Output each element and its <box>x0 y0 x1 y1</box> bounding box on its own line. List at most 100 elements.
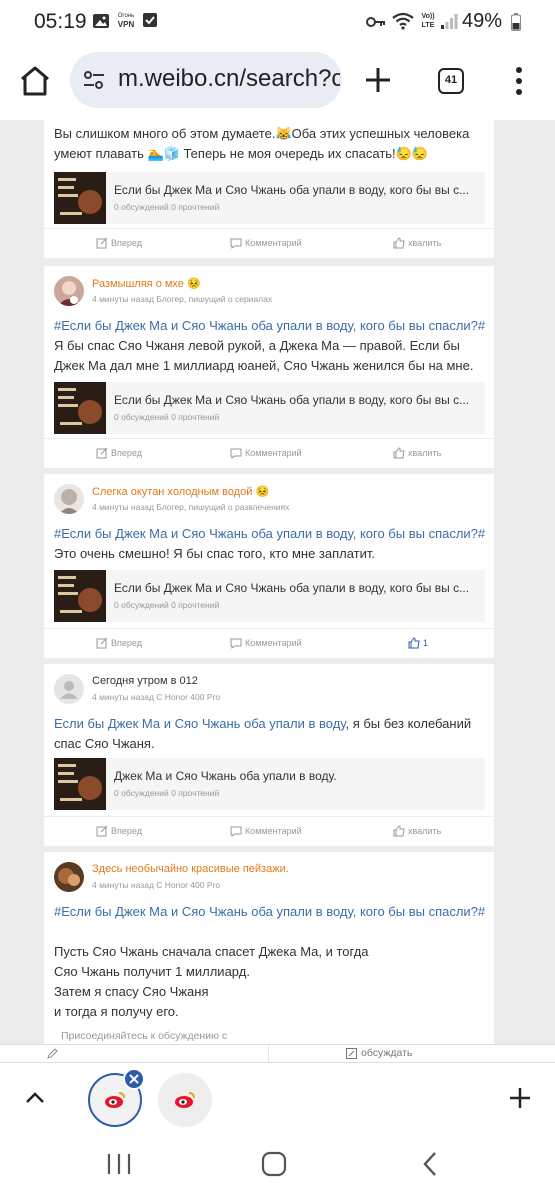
like-icon <box>408 637 420 649</box>
discuss-button[interactable]: обсуждать <box>346 1047 412 1059</box>
link-card[interactable]: Джек Ма и Сяо Чжань оба упали в воду. 0 … <box>54 758 485 810</box>
checkbox-icon <box>143 13 157 27</box>
link-meta: 0 обсуждений 0 прочтений <box>114 412 220 422</box>
close-tab-button[interactable] <box>123 1068 145 1090</box>
edit-icon[interactable] <box>46 1048 58 1060</box>
nav-home-icon[interactable] <box>261 1151 287 1177</box>
topic-link[interactable]: #Если бы Джек Ма и Сяо Чжань оба упали в… <box>54 904 485 919</box>
menu-icon[interactable] <box>514 66 524 96</box>
avatar[interactable] <box>54 276 84 306</box>
close-icon <box>129 1074 139 1084</box>
like-icon <box>393 237 405 249</box>
link-card[interactable]: Если бы Джек Ма и Сяо Чжань оба упали в … <box>54 570 485 622</box>
post-text: #Если бы Джек Ма и Сяо Чжань оба упали в… <box>54 318 486 373</box>
avatar[interactable] <box>54 484 84 514</box>
avatar[interactable] <box>54 674 84 704</box>
post-header: Сегодня утром в 012 4 минуты назад С Hon… <box>54 674 484 706</box>
wifi-icon <box>392 12 414 30</box>
repost-button[interactable]: Вперед <box>96 237 142 249</box>
topic-link[interactable]: Если бы Джек Ма и Сяо Чжань оба упали в … <box>54 716 345 731</box>
link-title: Джек Ма и Сяо Чжань оба упали в воду. <box>114 769 337 783</box>
post-card: Вы слишком много об этом думаете.😹Оба эт… <box>44 120 494 258</box>
gallery-icon <box>93 14 109 28</box>
post-actions: Вперед Комментарий 1 <box>44 628 494 658</box>
avatar[interactable] <box>54 862 84 892</box>
comment-button[interactable]: Комментарий <box>230 237 302 249</box>
post-meta: 4 минуты назад С Honor 400 Pro <box>92 692 221 702</box>
reply-bar: обсуждать <box>0 1044 555 1063</box>
repost-icon <box>96 237 108 249</box>
like-icon <box>393 825 405 837</box>
repost-icon <box>96 447 108 459</box>
post-card: Сегодня утром в 012 4 минуты назад С Hon… <box>44 664 494 846</box>
address-bar[interactable]: m.weibo.cn/search?c <box>70 52 342 108</box>
repost-button[interactable]: Вперед <box>96 825 142 837</box>
url-text: m.weibo.cn/search?c <box>118 65 340 92</box>
weibo-feed: Вы слишком много об этом думаете.😹Оба эт… <box>0 120 555 1062</box>
vpn-icon: Огонь VPN <box>117 13 135 29</box>
weibo-icon <box>175 1092 195 1108</box>
link-title: Если бы Джек Ма и Сяо Чжань оба упали в … <box>114 183 470 197</box>
post-text: #Если бы Джек Ма и Сяо Чжань оба упали в… <box>54 526 486 561</box>
browser-toolbar: m.weibo.cn/search?c 41 <box>0 44 555 120</box>
tune-icon[interactable] <box>82 70 106 90</box>
comment-icon <box>230 238 242 249</box>
badge-icon: 😣 <box>255 486 270 498</box>
chevron-up-icon[interactable] <box>24 1091 46 1105</box>
system-nav-bar <box>0 1132 555 1200</box>
post-actions: Вперед Комментарий хвалить <box>44 438 494 468</box>
like-button[interactable]: хвалить <box>393 447 441 459</box>
battery-percent: 49% <box>462 10 503 32</box>
signal-icon <box>441 14 458 29</box>
edit-icon <box>346 1047 357 1059</box>
post-actions: Вперед Комментарий хвалить <box>44 816 494 846</box>
weibo-icon <box>105 1092 125 1108</box>
username[interactable]: Сегодня утром в 012 <box>92 675 198 687</box>
link-card[interactable]: Если бы Джек Ма и Сяо Чжань оба упали в … <box>54 382 485 434</box>
volte-icon: Vo)) LTE <box>421 13 435 29</box>
comment-button[interactable]: Комментарий <box>230 637 302 649</box>
home-icon[interactable] <box>18 64 52 98</box>
link-thumbnail <box>54 172 106 224</box>
join-discussion-text[interactable]: Присоединяйтесь к обсуждению с <box>61 1030 227 1042</box>
like-button[interactable]: хвалить <box>393 825 441 837</box>
tabs-icon[interactable]: 41 <box>438 68 464 94</box>
username[interactable]: Размышляя о мхе 😣 <box>92 277 201 290</box>
emoji-icon: 🏊🧊 <box>147 146 180 161</box>
recents-icon[interactable] <box>106 1152 132 1176</box>
username[interactable]: Слегка окутан холодным водой 😣 <box>92 485 269 498</box>
like-button[interactable]: 1 <box>408 637 428 649</box>
repost-icon <box>96 825 108 837</box>
repost-icon <box>96 637 108 649</box>
comment-button[interactable]: Комментарий <box>230 825 302 837</box>
plus-icon[interactable] <box>362 64 394 96</box>
link-meta: 0 обсуждений 0 прочтений <box>114 202 220 212</box>
post-text: Вы слишком много об этом думаете.😹Оба эт… <box>54 126 470 161</box>
like-button[interactable]: хвалить <box>393 237 441 249</box>
emoji-icon: 😓😓 <box>395 146 429 161</box>
topic-link[interactable]: #Если бы Джек Ма и Сяо Чжань оба упали в… <box>54 318 485 333</box>
browser-tab-strip <box>0 1062 555 1132</box>
username[interactable]: Здесь необычайно красивые пейзажи. <box>92 863 289 875</box>
link-card[interactable]: Если бы Джек Ма и Сяо Чжань оба упали в … <box>54 172 485 224</box>
comment-icon <box>230 448 242 459</box>
key-icon <box>366 17 385 27</box>
repost-button[interactable]: Вперед <box>96 447 142 459</box>
badge-icon: 😣 <box>186 278 201 290</box>
comment-button[interactable]: Комментарий <box>230 447 302 459</box>
plus-icon[interactable] <box>508 1086 532 1110</box>
post-meta: 4 минуты назад Блогер, пишущий о сериала… <box>92 294 273 304</box>
comment-icon <box>230 826 242 837</box>
link-title: Если бы Джек Ма и Сяо Чжань оба упали в … <box>114 393 470 407</box>
post-header: Размышляя о мхе 😣 4 минуты назад Блогер,… <box>54 276 484 308</box>
comment-icon <box>230 638 242 649</box>
tab-weibo[interactable] <box>158 1073 212 1127</box>
battery-icon <box>511 13 521 31</box>
repost-button[interactable]: Вперед <box>96 637 142 649</box>
topic-link[interactable]: #Если бы Джек Ма и Сяо Чжань оба упали в… <box>54 526 485 541</box>
post-card: Здесь необычайно красивые пейзажи. 4 мин… <box>44 852 494 1062</box>
post-card: Размышляя о мхе 😣 4 минуты назад Блогер,… <box>44 266 494 468</box>
post-meta: 4 минуты назад С Honor 400 Pro <box>92 880 221 890</box>
post-text: Если бы Джек Ма и Сяо Чжань оба упали в … <box>54 716 472 751</box>
back-icon[interactable] <box>421 1151 439 1177</box>
